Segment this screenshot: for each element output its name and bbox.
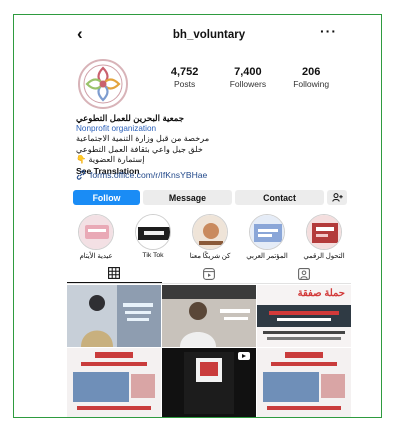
highlight-cover <box>306 214 342 250</box>
posts-stat[interactable]: 4,752 Posts <box>153 66 216 96</box>
profile-username: bh_voluntary <box>172 29 246 41</box>
highlight-item[interactable]: Tik Tok <box>130 214 176 259</box>
posts-label: Posts <box>174 79 196 89</box>
reels-icon <box>203 267 215 280</box>
add-user-icon <box>331 193 343 202</box>
highlight-item[interactable]: التحول الرقمي <box>301 214 347 260</box>
tab-reels[interactable] <box>162 264 257 283</box>
profile-tabs <box>67 264 351 284</box>
screenshot-frame: ‹ bh_voluntary ··· 4,752 Posts 7,400 Fol… <box>13 14 382 418</box>
post-thumbnail <box>162 285 256 347</box>
post-thumbnail <box>257 348 351 417</box>
profile-actions: Follow Message Contact <box>73 190 347 205</box>
logo-emblem-icon <box>83 64 123 104</box>
link-icon <box>76 170 86 180</box>
message-button[interactable]: Message <box>143 190 232 205</box>
post-tile[interactable] <box>257 348 351 417</box>
add-user-button[interactable] <box>327 190 347 205</box>
post-tile[interactable] <box>67 348 161 417</box>
post-thumbnail <box>67 348 161 417</box>
highlight-label: المؤتمر العربي <box>246 253 288 260</box>
highlight-label: التحول الرقمي <box>303 253 345 260</box>
highlight-item[interactable]: عيدية الأيتام <box>73 214 119 260</box>
top-bar: ‹ bh_voluntary ··· <box>67 23 351 46</box>
post-tile[interactable] <box>67 285 161 347</box>
highlight-cover <box>78 214 114 250</box>
bio-line-2: خلق جيل واعي بثقافة العمل التطوعي <box>76 144 203 154</box>
profile-stats: 4,752 Posts 7,400 Followers 206 Followin… <box>153 66 343 96</box>
highlight-cover <box>135 214 171 250</box>
highlight-label: كن شريكًا معنا <box>189 253 231 260</box>
tab-tagged[interactable] <box>256 264 351 283</box>
followers-stat[interactable]: 7,400 Followers <box>216 66 279 96</box>
profile-name: جمعية البحرين للعمل التطوعي <box>76 113 185 123</box>
profile-category[interactable]: Nonprofit organization <box>76 124 346 135</box>
tagged-icon <box>297 267 310 280</box>
avatar[interactable] <box>78 59 128 109</box>
more-horizontal-icon[interactable]: ··· <box>320 23 337 39</box>
highlight-label: عيدية الأيتام <box>79 253 113 260</box>
bio-line-1: مرخصة من قبل وزارة التنمية الاجتماعية <box>76 134 210 144</box>
highlight-item[interactable]: كن شريكًا معنا <box>187 214 233 260</box>
instagram-profile: ‹ bh_voluntary ··· 4,752 Posts 7,400 Fol… <box>67 15 351 417</box>
bio-link-text: forms.office.com/r/IfKnsYBHae <box>90 170 208 180</box>
post-tile[interactable]: حملة صفقة <box>257 285 351 347</box>
followers-label: Followers <box>229 79 267 89</box>
contact-button[interactable]: Contact <box>235 190 324 205</box>
followers-count: 7,400 <box>234 66 262 78</box>
grid-icon <box>108 267 121 279</box>
highlight-item[interactable]: المؤتمر العربي <box>244 214 290 260</box>
post-tile[interactable] <box>162 348 256 417</box>
posts-count: 4,752 <box>170 66 199 78</box>
highlight-label: Tik Tok <box>142 252 164 259</box>
post-thumbnail <box>162 348 256 417</box>
post-caption: حملة صفقة <box>297 288 345 299</box>
bio-line-3: إستمارة العضوية 👇 <box>76 155 145 165</box>
post-thumbnail <box>67 285 161 347</box>
profile-bio: جمعية البحرين للعمل التطوعي Nonprofit or… <box>76 113 346 177</box>
tab-grid[interactable] <box>67 264 162 283</box>
following-stat[interactable]: 206 Following <box>280 66 343 96</box>
following-count: 206 <box>301 66 321 78</box>
following-label: Following <box>293 79 330 89</box>
follow-button[interactable]: Follow <box>73 190 140 205</box>
bio-link[interactable]: forms.office.com/r/IfKnsYBHae <box>76 170 207 180</box>
post-tile[interactable] <box>162 285 256 347</box>
story-highlights: عيدية الأيتام Tik Tok كن شريكًا معنا الم… <box>73 214 347 260</box>
highlight-cover <box>249 214 285 250</box>
highlight-cover <box>192 214 228 250</box>
